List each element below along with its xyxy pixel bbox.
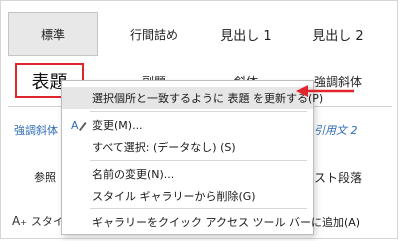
remove-from-style-gallery[interactable]: スタイル ギャラリーから削除(G)	[62, 185, 313, 207]
style-context-menu: 選択個所と一致するように 表題 を更新する(P) A 変更(M)... すべて選…	[61, 80, 360, 235]
style-label: 見出し 1	[220, 28, 272, 44]
menu-item-label: すべて選択: (データなし) (S)	[92, 141, 236, 154]
create-style-icon: A+	[12, 214, 27, 228]
style-label: 参照	[34, 171, 56, 184]
menu-item-label: スタイル ギャラリーから削除(G)	[92, 190, 256, 203]
style-intense-emphasis-row3[interactable]: 強調斜体	[14, 120, 64, 140]
style-label: 標準	[40, 27, 65, 42]
style-label: 引用文 2	[314, 124, 358, 137]
style-label: スト段落	[314, 170, 363, 185]
svg-text:A: A	[71, 119, 79, 132]
modify-style[interactable]: A 変更(M)...	[62, 114, 313, 136]
style-heading-2[interactable]: 見出し 2	[296, 12, 380, 56]
select-all-instances[interactable]: すべて選択: (データなし) (S)	[62, 136, 313, 158]
style-no-spacing[interactable]: 行間詰め	[112, 12, 196, 56]
style-list-paragraph[interactable]: スト段落	[314, 167, 384, 187]
style-normal[interactable]: 標準	[8, 12, 98, 56]
menu-item-label: 変更(M)...	[92, 119, 143, 132]
menu-separator	[90, 208, 307, 209]
menu-item-label: 名前の変更(N)...	[92, 168, 175, 181]
menu-item-label: ギャラリーをクイック アクセス ツール バーに追加(A)	[92, 216, 361, 229]
rename-style[interactable]: 名前の変更(N)...	[62, 163, 313, 185]
update-style-to-match-selection[interactable]: 選択個所と一致するように 表題 を更新する(P)	[62, 87, 323, 109]
menu-separator	[90, 160, 307, 161]
create-style-label: スタイ	[30, 215, 64, 228]
menu-separator	[90, 111, 307, 112]
style-pen-icon: A	[71, 117, 87, 133]
style-label: 強調斜体	[14, 124, 58, 137]
add-gallery-to-quick-access-toolbar[interactable]: ギャラリーをクイック アクセス ツール バーに追加(A)	[62, 211, 360, 233]
style-label: 行間詰め	[129, 27, 178, 42]
menu-item-label: 選択個所と一致するように 表題 を更新する(P)	[92, 92, 324, 105]
callout-arrow-icon	[296, 85, 354, 97]
style-label: 見出し 2	[312, 28, 364, 44]
style-heading-1[interactable]: 見出し 1	[204, 12, 288, 56]
style-intense-quote[interactable]: 引用文 2	[314, 120, 384, 140]
create-style-link[interactable]: A+ スタイ	[12, 213, 64, 229]
